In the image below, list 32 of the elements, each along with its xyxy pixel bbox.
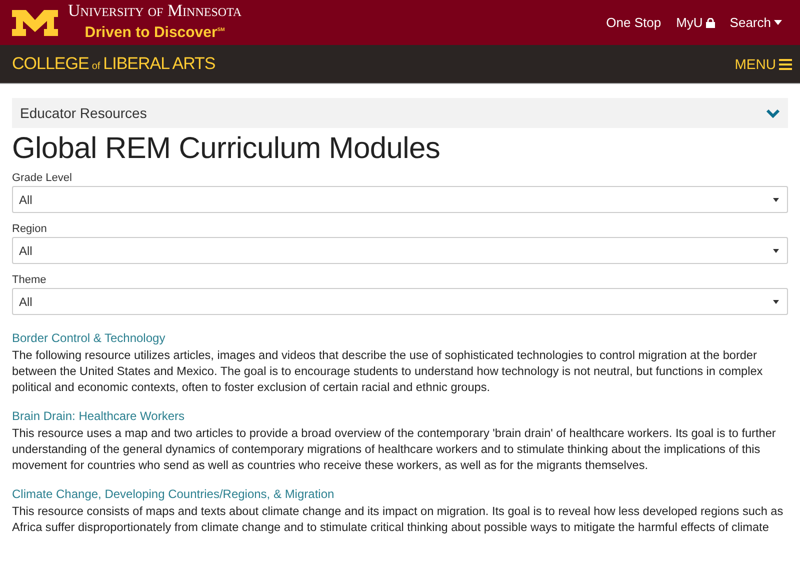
- filter-select[interactable]: All: [12, 237, 788, 264]
- college-name: LIBERAL ARTS: [103, 54, 216, 74]
- page-title: Global REM Curriculum Modules: [12, 132, 442, 166]
- filter-label: Grade Level: [12, 172, 73, 184]
- caret-icon: [773, 248, 779, 252]
- menu-button[interactable]: MENU: [734, 56, 792, 72]
- accordion-header[interactable]: Educator Resources: [12, 98, 788, 128]
- university-name: University of Minnesota: [68, 2, 242, 20]
- filter-select[interactable]: All: [12, 288, 788, 315]
- resource-link[interactable]: Brain Drain: Healthcare Workers: [12, 409, 185, 423]
- filter-select[interactable]: All: [12, 186, 788, 213]
- header-link[interactable]: Search: [730, 15, 782, 30]
- filter-label: Region: [12, 223, 48, 235]
- header-link[interactable]: One Stop: [606, 15, 662, 30]
- caret-icon: [774, 20, 782, 25]
- filter-label: Theme: [12, 274, 48, 286]
- caret-icon: [773, 300, 779, 304]
- resource-description: This resource uses a map and two articles to provide a broad overview of the contemporary 'brain drain' of healthcare workers. Its goal is to further understanding of the general dynamics of contemporary migrations of healthcare workers and to stimulate thinking about the implications of this movement for countries who send as well as countries who receive these workers, as well as for the migrants themselves.: [12, 425, 777, 473]
- chevron-icon: [766, 108, 780, 118]
- menu-icon: [779, 58, 792, 70]
- header-link[interactable]: MyU: [676, 15, 715, 30]
- resource-link[interactable]: Border Control & Technology: [12, 331, 166, 345]
- college-name: COLLEGE: [12, 54, 89, 74]
- block-m-logo-icon: [12, 10, 58, 36]
- resource-description: This resource consists of maps and texts about climate change and its impact on migration. Its goal is to reveal how less developed regions such as Africa suffer disproportionately from climate change and to stimulate critical thinking about possible ways to mitigate the harmful effects of climate: [12, 503, 784, 535]
- lock-icon: [706, 18, 715, 28]
- resource-link[interactable]: Climate Change, Developing Countries/Regions, & Migration: [12, 487, 334, 501]
- tagline: Driven to Discover$^{SM}$: [84, 23, 225, 43]
- resource-description: The following resource utilizes articles, images and videos that describe the use of sophisticated technologies to control migration at the border between the United States and Mexico. The goal is to encourage students to understand how technology is not neutral, but functions in complex political and economic contexts, often to foster exclusion of certain racial and ethnic groups.: [12, 347, 764, 395]
- accordion-label: Educator Resources: [20, 105, 147, 121]
- college-name: of: [92, 61, 100, 72]
- caret-icon: [773, 198, 779, 202]
